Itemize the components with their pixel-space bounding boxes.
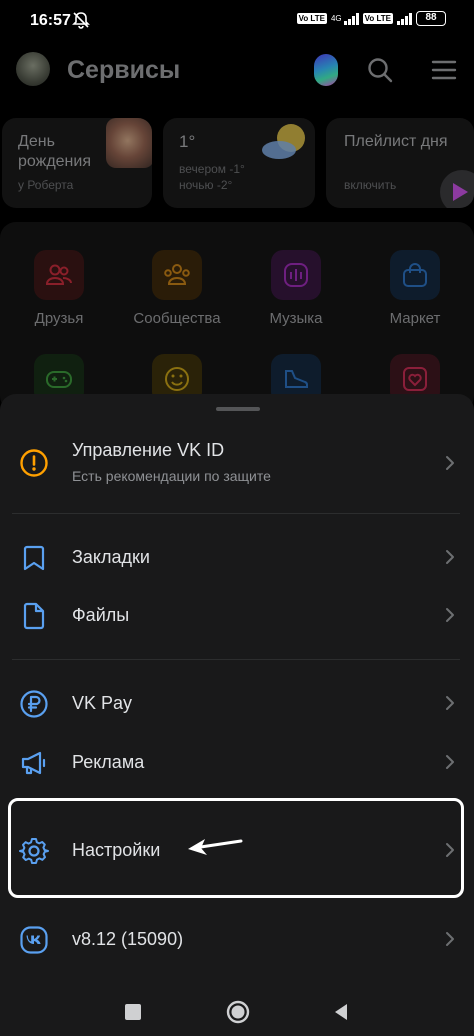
status-bar: 16:57 Vo LTE 4G Vo LTE 88 bbox=[0, 0, 474, 40]
menu-item-label: Файлы bbox=[72, 605, 130, 625]
widgets-row: День рождения у Роберта 1° вечером -1° н… bbox=[0, 118, 474, 210]
menu-item-files[interactable]: Файлы bbox=[0, 586, 474, 644]
volte-badge: Vo LTE bbox=[296, 13, 327, 24]
search-icon[interactable] bbox=[366, 56, 394, 84]
service-music[interactable]: Музыка bbox=[237, 250, 355, 327]
menu-item-label: v8.12 (15090) bbox=[72, 929, 184, 949]
battery-icon: 88 bbox=[416, 11, 446, 26]
weather-cloud-icon bbox=[262, 124, 305, 159]
system-nav-bar bbox=[0, 990, 474, 1036]
play-button[interactable] bbox=[440, 170, 474, 208]
menu-item-label: Реклама bbox=[72, 752, 145, 772]
vkpay-icon bbox=[20, 690, 48, 718]
services-grid: Друзья Сообщества Музыка Маркет bbox=[0, 222, 474, 412]
menu-item-label: VK Pay bbox=[72, 693, 133, 713]
vkid-row[interactable]: Управление VK ID Есть рекомендации по за… bbox=[0, 432, 474, 494]
file-icon bbox=[23, 602, 45, 630]
service-label: Маркет bbox=[389, 310, 441, 327]
service-market[interactable]: Маркет bbox=[356, 250, 474, 327]
birthday-widget[interactable]: День рождения у Роберта bbox=[2, 118, 152, 208]
chevron-right-icon bbox=[446, 608, 454, 622]
users-icon bbox=[34, 250, 84, 300]
bag-icon bbox=[390, 250, 440, 300]
sheet-handle[interactable] bbox=[216, 407, 260, 411]
menu-item-ads[interactable]: Реклама bbox=[0, 733, 474, 791]
marusia-icon[interactable] bbox=[314, 54, 338, 86]
friend-photo bbox=[106, 118, 152, 168]
home-button[interactable] bbox=[226, 1000, 250, 1024]
service-label: Сообщества bbox=[133, 310, 221, 327]
birthday-subtitle: у Роберта bbox=[18, 178, 74, 192]
divider bbox=[12, 659, 460, 660]
community-icon bbox=[152, 250, 202, 300]
chevron-right-icon bbox=[446, 755, 454, 769]
service-label: Музыка bbox=[269, 310, 323, 327]
signal-icon bbox=[343, 12, 359, 25]
chevron-right-icon bbox=[446, 696, 454, 710]
menu-icon[interactable] bbox=[430, 56, 458, 84]
divider bbox=[12, 513, 460, 514]
bottom-sheet: Управление VK ID Есть рекомендации по за… bbox=[0, 394, 474, 1036]
warning-circle-icon bbox=[20, 449, 48, 477]
network-type: 4G bbox=[330, 13, 342, 23]
playlist-subtitle: включить bbox=[344, 178, 397, 192]
weather-widget[interactable]: 1° вечером -1° ночью -2° bbox=[163, 118, 315, 208]
chevron-right-icon bbox=[446, 932, 454, 946]
menu-item-bookmarks[interactable]: Закладки bbox=[0, 528, 474, 586]
play-icon bbox=[453, 183, 468, 201]
top-header: Сервисы bbox=[0, 40, 474, 100]
vkid-subtitle: Есть рекомендации по защите bbox=[72, 468, 271, 484]
vkid-label: Управление VK ID bbox=[72, 440, 225, 460]
chevron-right-icon bbox=[446, 550, 454, 564]
weather-evening: вечером -1° bbox=[179, 162, 245, 176]
mute-alarm-icon bbox=[72, 12, 90, 29]
chevron-right-icon bbox=[446, 456, 454, 470]
menu-item-version[interactable]: v8.12 (15090) bbox=[0, 910, 474, 968]
pointer-arrow-icon bbox=[188, 839, 243, 855]
bookmark-icon bbox=[23, 545, 45, 571]
service-communities[interactable]: Сообщества bbox=[118, 250, 236, 327]
page-title: Сервисы bbox=[67, 56, 181, 84]
service-label: Друзья bbox=[34, 310, 84, 327]
back-button[interactable] bbox=[333, 1003, 349, 1021]
playlist-title: Плейлист дня bbox=[344, 133, 448, 150]
menu-item-vkpay[interactable]: VK Pay bbox=[0, 674, 474, 732]
recents-button[interactable] bbox=[124, 1003, 142, 1021]
music-icon bbox=[271, 250, 321, 300]
playlist-widget[interactable]: Плейлист дня включить bbox=[326, 118, 474, 208]
menu-item-label: Закладки bbox=[72, 547, 150, 567]
vk-logo-icon bbox=[20, 926, 48, 954]
service-friends[interactable]: Друзья bbox=[0, 250, 118, 327]
avatar[interactable] bbox=[16, 52, 50, 86]
signal-icon-2 bbox=[397, 12, 412, 25]
volte-badge-2: Vo LTE bbox=[362, 13, 393, 24]
status-time: 16:57 bbox=[30, 12, 71, 29]
megaphone-icon bbox=[21, 751, 46, 775]
weather-night: ночью -2° bbox=[179, 178, 233, 192]
